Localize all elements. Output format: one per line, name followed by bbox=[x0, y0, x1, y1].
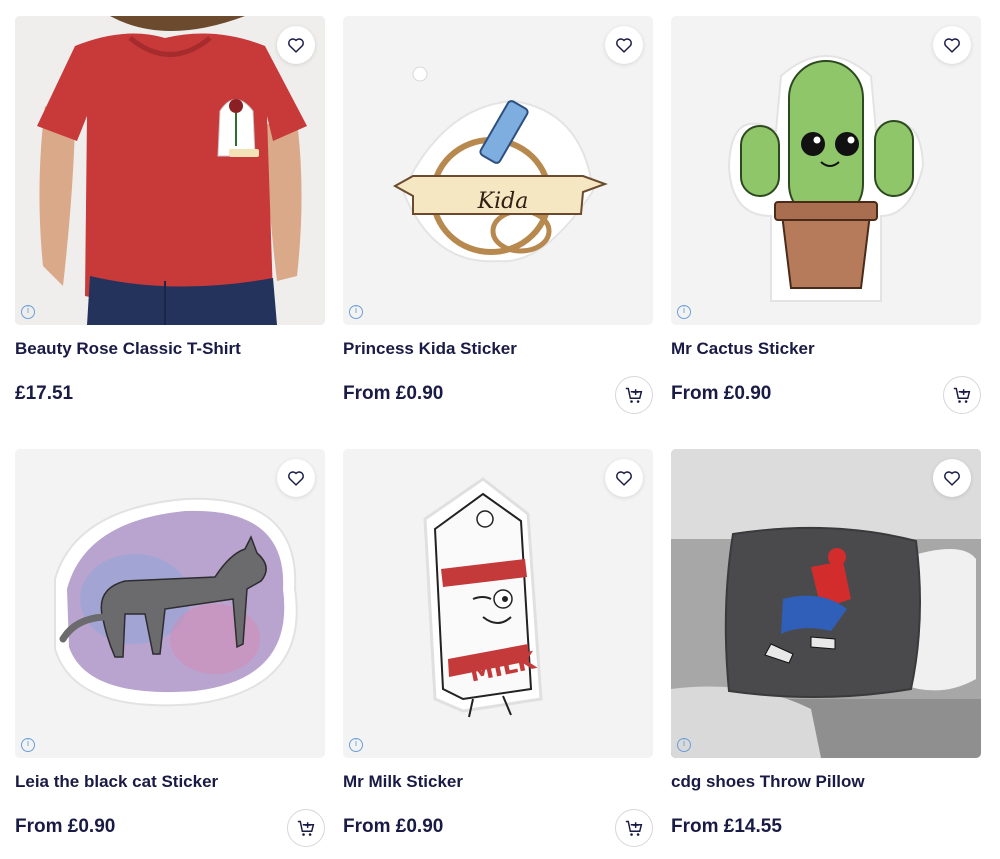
product-price: From £0.90 bbox=[343, 383, 444, 404]
product-price: From £0.90 bbox=[671, 383, 772, 404]
heart-outline-icon bbox=[944, 38, 960, 53]
milk-sticker-image: MILK bbox=[423, 477, 543, 718]
info-icon[interactable]: i bbox=[349, 738, 363, 752]
product-image-milk[interactable]: MILK i bbox=[343, 449, 653, 758]
favorite-button[interactable] bbox=[933, 26, 971, 64]
cart-add-icon bbox=[625, 820, 643, 836]
product-price: From £0.90 bbox=[15, 816, 116, 837]
heart-outline-icon bbox=[288, 38, 304, 53]
heart-outline-icon bbox=[944, 471, 960, 486]
favorite-button[interactable] bbox=[277, 459, 315, 497]
cart-add-icon bbox=[625, 387, 643, 403]
info-icon[interactable]: i bbox=[21, 738, 35, 752]
kida-sticker-image: Kida bbox=[392, 66, 608, 263]
favorite-button[interactable] bbox=[605, 26, 643, 64]
product-price: From £14.55 bbox=[671, 816, 782, 837]
product-title[interactable]: Mr Milk Sticker bbox=[343, 772, 643, 792]
pillow-image bbox=[671, 449, 981, 758]
cactus-sticker-image bbox=[727, 55, 925, 302]
product-card-beauty-rose-tshirt[interactable]: i Beauty Rose Classic T-Shirt £17.51 bbox=[15, 16, 325, 404]
product-card-mr-milk[interactable]: MILK i Mr Milk Sticker From £0.90 bbox=[343, 449, 653, 847]
info-icon[interactable]: i bbox=[677, 738, 691, 752]
heart-outline-icon bbox=[616, 38, 632, 53]
favorite-button[interactable] bbox=[605, 459, 643, 497]
cat-sticker-image bbox=[54, 497, 298, 707]
product-title[interactable]: cdg shoes Throw Pillow bbox=[671, 772, 971, 792]
heart-outline-icon bbox=[288, 471, 304, 486]
product-title[interactable]: Leia the black cat Sticker bbox=[15, 772, 315, 792]
cart-add-icon bbox=[953, 387, 971, 403]
product-image-kida[interactable]: Kida i bbox=[343, 16, 653, 325]
add-to-cart-button[interactable] bbox=[287, 809, 325, 847]
product-title[interactable]: Beauty Rose Classic T-Shirt bbox=[15, 339, 315, 359]
product-image-pillow[interactable]: i bbox=[671, 449, 981, 758]
product-card-leia-cat[interactable]: i Leia the black cat Sticker From £0.90 bbox=[15, 449, 325, 847]
info-icon[interactable]: i bbox=[21, 305, 35, 319]
add-to-cart-button[interactable] bbox=[943, 376, 981, 414]
cart-add-icon bbox=[297, 820, 315, 836]
product-grid: i Beauty Rose Classic T-Shirt £17.51 Kid… bbox=[0, 0, 1000, 859]
add-to-cart-button[interactable] bbox=[615, 809, 653, 847]
product-title[interactable]: Mr Cactus Sticker bbox=[671, 339, 971, 359]
product-title[interactable]: Princess Kida Sticker bbox=[343, 339, 643, 359]
product-image-tshirt[interactable]: i bbox=[15, 16, 325, 325]
heart-outline-icon bbox=[616, 471, 632, 486]
kida-art-text: Kida bbox=[477, 189, 529, 214]
product-image-cat[interactable]: i bbox=[15, 449, 325, 758]
info-icon[interactable]: i bbox=[349, 305, 363, 319]
tshirt-image bbox=[15, 16, 325, 325]
product-image-cactus[interactable]: i bbox=[671, 16, 981, 325]
product-price: £17.51 bbox=[15, 383, 74, 404]
product-card-cdg-pillow[interactable]: i cdg shoes Throw Pillow From £14.55 bbox=[671, 449, 981, 837]
info-icon[interactable]: i bbox=[677, 305, 691, 319]
product-card-mr-cactus[interactable]: i Mr Cactus Sticker From £0.90 bbox=[671, 16, 981, 414]
favorite-button[interactable] bbox=[933, 459, 971, 497]
favorite-button[interactable] bbox=[277, 26, 315, 64]
product-price: From £0.90 bbox=[343, 816, 444, 837]
product-card-princess-kida[interactable]: Kida i Princess Kida Sticker From £0.90 bbox=[343, 16, 653, 414]
add-to-cart-button[interactable] bbox=[615, 376, 653, 414]
